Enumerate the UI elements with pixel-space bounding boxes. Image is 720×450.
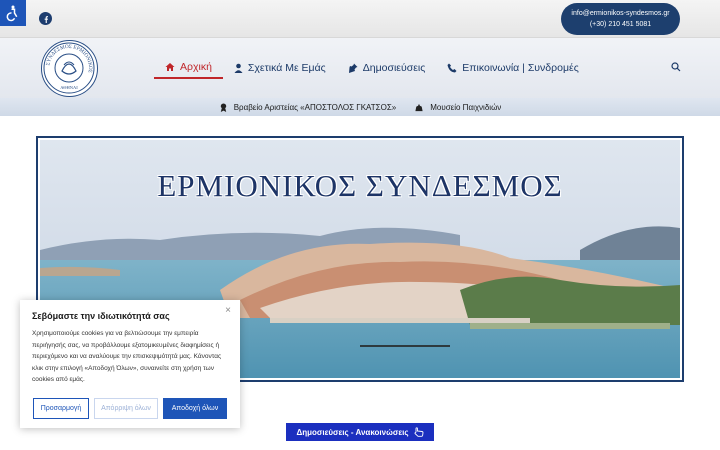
posts-button-label: Δημοσιεύσεις - Ανακοινώσεις xyxy=(296,427,409,437)
nav-item-posts[interactable]: Δημοσιεύσεις xyxy=(337,57,437,79)
subnav-item-label: Βραβείο Αριστείας «ΑΠΟΣΤΟΛΟΣ ΓΚΑΤΣΟΣ» xyxy=(233,102,397,112)
pin-icon xyxy=(348,63,358,73)
logo-city-text: ΑΘΗΝΑΙ xyxy=(60,85,78,90)
phone-icon xyxy=(447,63,457,73)
hand-pointer-icon xyxy=(414,427,423,437)
cookie-customize-button[interactable]: Προσαρμογή xyxy=(33,398,89,419)
search-icon[interactable] xyxy=(671,62,681,72)
subnav-item-toy-museum[interactable]: Μουσείο Παιχνιδιών xyxy=(414,103,501,112)
hero-title: ΕΡΜΙΟΝΙΚΟΣ ΣΥΝΔΕΣΜΟΣ xyxy=(157,168,563,203)
user-icon xyxy=(234,63,243,73)
contact-email[interactable]: info@ermionikos-syndesmos.gr xyxy=(561,8,680,19)
toy-icon xyxy=(415,103,423,111)
top-bar: info@ermionikos-syndesmos.gr (+30) 210 4… xyxy=(0,0,720,38)
close-icon[interactable]: × xyxy=(225,305,231,316)
nav-item-label: Αρχική xyxy=(180,61,212,73)
nav-item-label: Σχετικά Με Εμάς xyxy=(247,62,326,74)
award-icon xyxy=(220,102,226,112)
nav-item-label: Δημοσιεύσεις xyxy=(362,62,426,74)
cookie-text: Χρησιμοποιούμε cookies για να βελτιώσουμ… xyxy=(32,330,222,383)
subnav-item-award[interactable]: Βραβείο Αριστείας «ΑΠΟΣΤΟΛΟΣ ΓΚΑΤΣΟΣ» xyxy=(219,102,397,112)
accessibility-icon xyxy=(6,5,18,22)
nav-item-contact[interactable]: Επικοινωνία | Συνδρομές xyxy=(436,57,589,79)
secondary-nav: Βραβείο Αριστείας «ΑΠΟΣΤΟΛΟΣ ΓΚΑΤΣΟΣ» Μο… xyxy=(0,98,720,116)
cookie-reject-button[interactable]: Απόρριψη όλων xyxy=(94,398,158,419)
home-icon xyxy=(165,63,175,71)
nav-item-home[interactable]: Αρχική xyxy=(154,57,223,79)
contact-phone[interactable]: (+30) 210 451 5081 xyxy=(561,19,680,30)
subnav-item-label: Μουσείο Παιχνιδιών xyxy=(430,102,502,112)
cookie-buttons: Προσαρμογή Απόρριψη όλων Αποδοχή όλων xyxy=(33,398,227,419)
main-nav: Αρχική Σχετικά Με Εμάς Δημοσιεύσεις Επικ… xyxy=(154,57,590,79)
cookie-accept-button[interactable]: Αποδοχή όλων xyxy=(163,398,227,419)
nav-item-about[interactable]: Σχετικά Με Εμάς xyxy=(223,57,337,79)
site-logo[interactable]: ΣΥΝΔΕΣΜΟΣ ΕΡΜΙΟΝΙΚΟΣ ΑΘΗΝΑΙ xyxy=(41,40,98,97)
posts-announcements-button[interactable]: Δημοσιεύσεις - Ανακοινώσεις xyxy=(286,423,434,441)
nav-item-label: Επικοινωνία | Συνδρομές xyxy=(462,62,579,74)
accessibility-button[interactable] xyxy=(0,0,26,26)
facebook-icon[interactable] xyxy=(39,12,52,25)
cookie-title: Σεβόμαστε την ιδιωτικότητά σας xyxy=(32,311,170,321)
contact-pill[interactable]: info@ermionikos-syndesmos.gr (+30) 210 4… xyxy=(561,3,680,35)
cookie-consent-dialog: × Σεβόμαστε την ιδιωτικότητά σας Χρησιμο… xyxy=(20,300,240,428)
